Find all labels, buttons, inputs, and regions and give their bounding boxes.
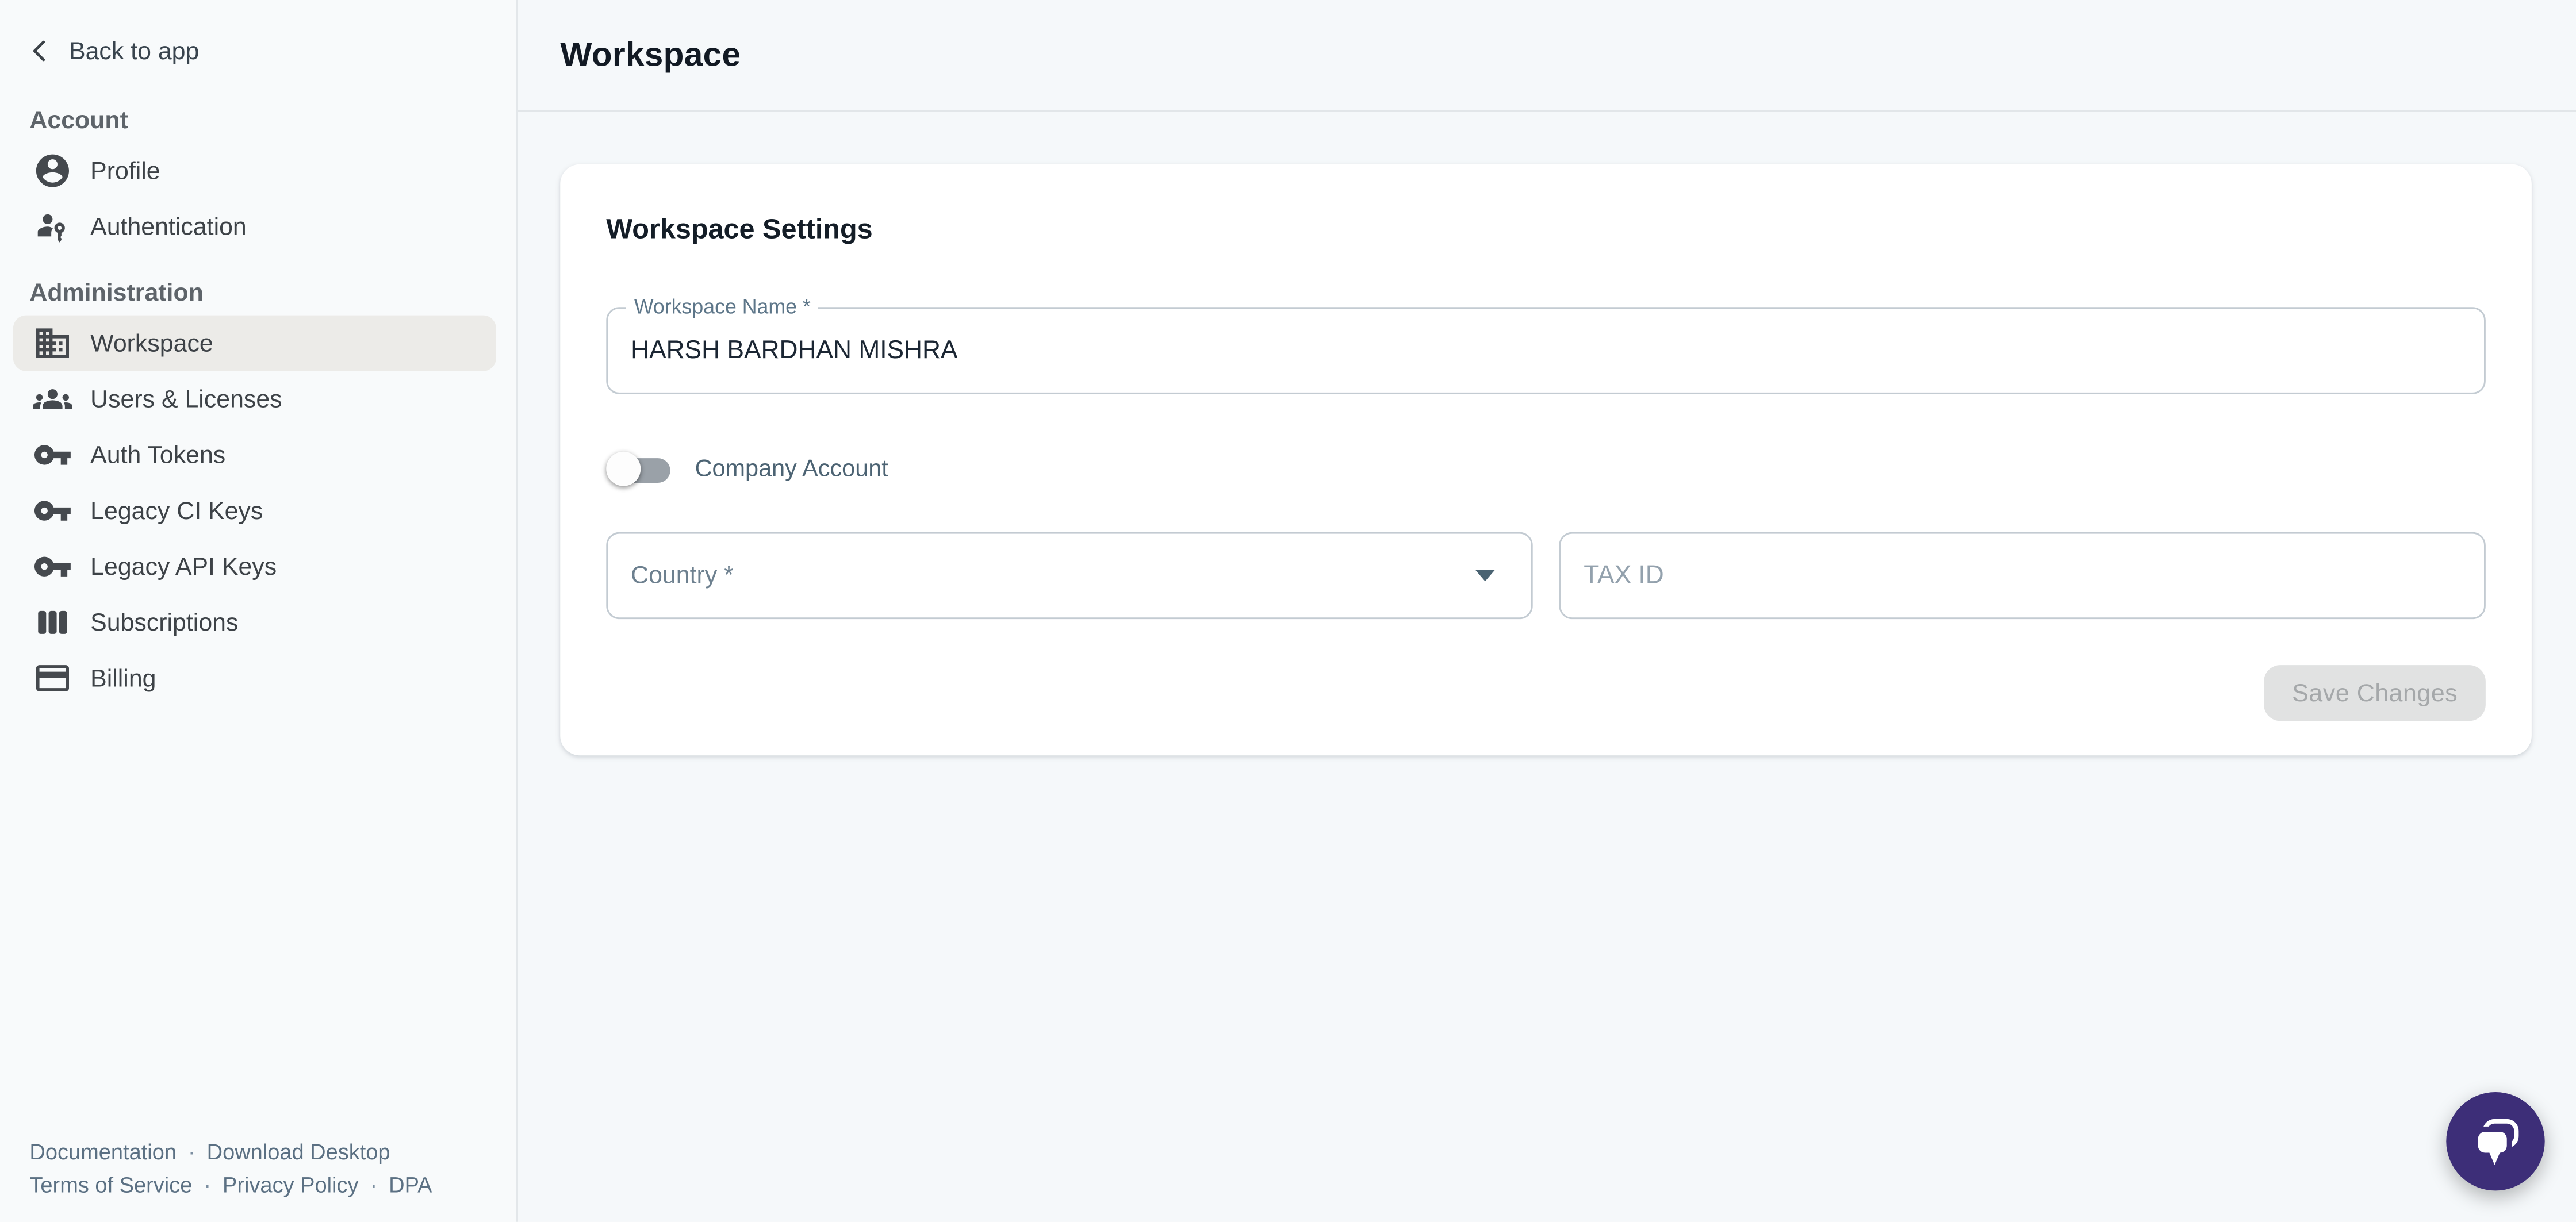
sidebar-item-auth-tokens[interactable]: Auth Tokens: [13, 427, 496, 483]
credit-card-icon: [33, 659, 72, 698]
sidebar-item-authentication[interactable]: Authentication: [13, 199, 496, 255]
dropdown-arrow-icon: [1475, 570, 1495, 581]
workspace-name-input[interactable]: [608, 309, 2484, 393]
country-label: Country *: [608, 562, 734, 590]
app-window: Back to app Account Profile Authenticati…: [0, 0, 2576, 1222]
toggle-thumb: [606, 452, 641, 486]
page-header: Workspace: [518, 0, 2576, 112]
dot-separator: ·: [188, 1140, 195, 1165]
key-icon: [33, 491, 72, 531]
chevron-left-icon: [23, 34, 56, 67]
dot-separator: ·: [204, 1172, 211, 1197]
sidebar-item-label: Users & Licenses: [90, 385, 282, 413]
section-title-administration: Administration: [29, 279, 516, 308]
workspace-name-field: Workspace Name *: [606, 307, 2486, 394]
sidebar-item-users-licenses[interactable]: Users & Licenses: [13, 371, 496, 427]
back-to-app-button[interactable]: Back to app: [0, 0, 516, 71]
key-icon: [33, 435, 72, 475]
dpa-link[interactable]: DPA: [389, 1172, 432, 1197]
sidebar-footer: Documentation · Download Desktop Terms of …: [0, 1136, 516, 1222]
columns-icon: [33, 603, 72, 643]
sidebar-item-label: Subscriptions: [90, 609, 238, 637]
country-select[interactable]: Country *: [606, 532, 1532, 619]
section-title-account: Account: [29, 107, 516, 135]
groups-icon: [33, 379, 72, 419]
card-actions: Save Changes: [606, 665, 2486, 721]
back-to-app-label: Back to app: [69, 37, 199, 65]
sidebar-item-label: Authentication: [90, 213, 247, 241]
footer-row-1: Documentation · Download Desktop: [29, 1136, 499, 1169]
country-tax-row: Country *: [606, 532, 2486, 619]
privacy-policy-link[interactable]: Privacy Policy: [223, 1172, 358, 1197]
sidebar-item-subscriptions[interactable]: Subscriptions: [13, 594, 496, 650]
terms-of-service-link[interactable]: Terms of Service: [29, 1172, 192, 1197]
sidebar-item-legacy-ci-keys[interactable]: Legacy CI Keys: [13, 483, 496, 539]
company-account-toggle[interactable]: [606, 452, 672, 488]
company-account-row: Company Account: [606, 452, 2486, 488]
sidebar-item-workspace[interactable]: Workspace: [13, 316, 496, 371]
download-desktop-link[interactable]: Download Desktop: [207, 1140, 390, 1165]
workspace-name-label: Workspace Name *: [626, 295, 819, 320]
building-icon: [33, 324, 72, 363]
sidebar-item-billing[interactable]: Billing: [13, 650, 496, 706]
company-account-label: Company Account: [695, 456, 888, 483]
tax-id-field: [1559, 532, 2485, 619]
sidebar-item-profile[interactable]: Profile: [13, 143, 496, 199]
account-circle-icon: [33, 151, 72, 191]
person-key-icon: [33, 207, 72, 247]
chat-bubbles-icon: [2467, 1113, 2523, 1169]
save-changes-button[interactable]: Save Changes: [2264, 665, 2486, 721]
main-area: Workspace Workspace Settings Workspace N…: [518, 0, 2576, 1222]
footer-row-2: Terms of Service · Privacy Policy · DPA: [29, 1169, 499, 1201]
page-content: Workspace Settings Workspace Name * Comp…: [518, 112, 2576, 755]
chat-widget-button[interactable]: [2446, 1092, 2544, 1190]
sidebar-item-label: Legacy API Keys: [90, 552, 277, 581]
dot-separator: ·: [370, 1172, 377, 1197]
sidebar-item-label: Billing: [90, 664, 156, 693]
workspace-settings-card: Workspace Settings Workspace Name * Comp…: [560, 164, 2532, 756]
documentation-link[interactable]: Documentation: [29, 1140, 177, 1165]
tax-id-input[interactable]: [1561, 534, 2484, 618]
settings-sidebar: Back to app Account Profile Authenticati…: [0, 0, 518, 1222]
key-icon: [33, 547, 72, 586]
page-title: Workspace: [560, 35, 741, 75]
sidebar-item-label: Legacy CI Keys: [90, 497, 263, 525]
sidebar-item-label: Workspace: [90, 329, 213, 358]
card-title: Workspace Settings: [606, 213, 2486, 246]
sidebar-item-label: Auth Tokens: [90, 441, 225, 469]
sidebar-item-legacy-api-keys[interactable]: Legacy API Keys: [13, 539, 496, 594]
sidebar-item-label: Profile: [90, 157, 160, 185]
